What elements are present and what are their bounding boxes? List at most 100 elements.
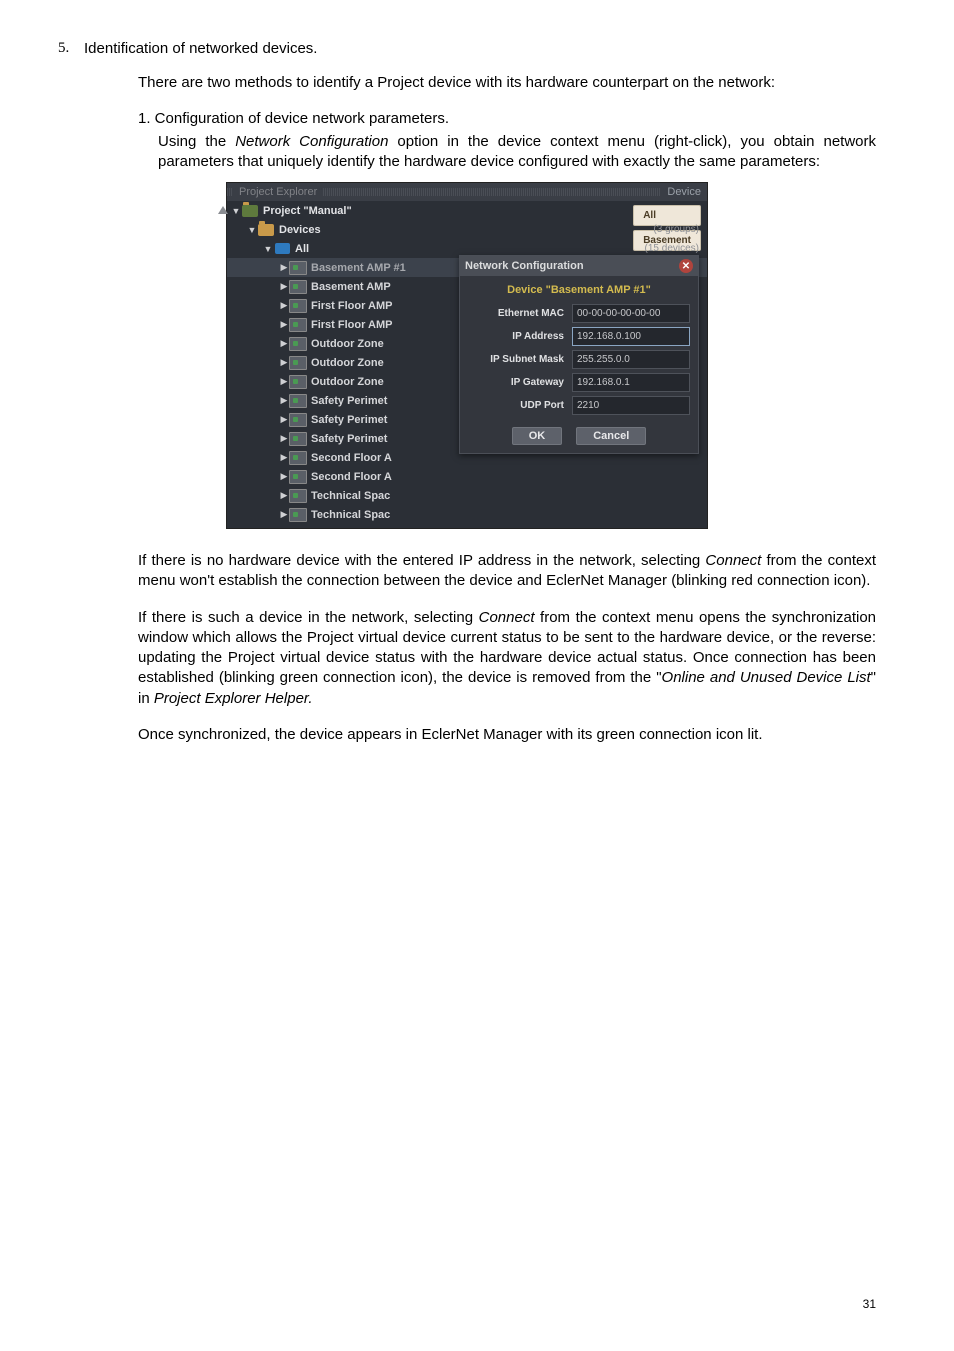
field-label: IP Subnet Mask: [460, 354, 572, 365]
tree-label: Technical Spac: [311, 509, 390, 521]
tree-label: First Floor AMP: [311, 300, 392, 312]
expand-icon[interactable]: [279, 452, 289, 463]
tree-label: Safety Perimet: [311, 395, 387, 407]
screenshot-project-explorer: Project Explorer Device All Basement Pro…: [226, 182, 708, 529]
folder-icon: [241, 204, 259, 218]
paragraph-p3: If there is such a device in the network…: [138, 608, 876, 709]
subfolder-icon: [273, 242, 291, 256]
field-value[interactable]: 192.168.0.100: [572, 327, 690, 346]
italic-text: Online and Unused Device List: [662, 669, 871, 686]
tree-label: Outdoor Zone: [311, 376, 384, 388]
cancel-button[interactable]: Cancel: [576, 427, 646, 445]
field-label: IP Gateway: [460, 377, 572, 388]
dialog-row-gateway: IP Gateway 192.168.0.1: [460, 371, 698, 394]
ok-button[interactable]: OK: [512, 427, 563, 445]
tree-device-row[interactable]: Technical Spac: [227, 486, 707, 505]
tree-node-devices[interactable]: Devices (3 groups): [227, 220, 707, 239]
tree-device-row[interactable]: Second Floor A: [227, 467, 707, 486]
list-item-5: 5. Identification of networked devices.: [58, 40, 876, 57]
device-icon: [289, 261, 307, 275]
list-number: 5.: [58, 40, 84, 57]
tree-info: (15 devices): [645, 243, 707, 254]
device-icon: [289, 375, 307, 389]
field-value[interactable]: 00-00-00-00-00-00: [572, 304, 690, 323]
device-icon: [289, 394, 307, 408]
expand-icon[interactable]: [279, 509, 289, 520]
expand-icon[interactable]: [279, 262, 289, 273]
dialog-buttons: OK Cancel: [460, 417, 698, 453]
field-value[interactable]: 2210: [572, 396, 690, 415]
field-label: UDP Port: [460, 400, 572, 411]
panel-title-left: Project Explorer: [233, 186, 323, 198]
device-icon: [289, 280, 307, 294]
window-topbar: Project Explorer Device: [227, 183, 707, 201]
italic-text: Connect: [705, 552, 761, 569]
expand-icon[interactable]: [279, 319, 289, 330]
field-value[interactable]: 192.168.0.1: [572, 373, 690, 392]
expand-icon[interactable]: [263, 244, 273, 254]
tree-label: Devices: [279, 224, 321, 236]
device-icon: [289, 299, 307, 313]
tree-label: All: [295, 243, 309, 255]
expand-icon[interactable]: [279, 376, 289, 387]
dialog-row-mac: Ethernet MAC 00-00-00-00-00-00: [460, 302, 698, 325]
expand-icon[interactable]: [279, 395, 289, 406]
tree-device-row[interactable]: Technical Spac: [227, 505, 707, 524]
device-icon: [289, 451, 307, 465]
dialog-title-bar: Network Configuration ✕: [460, 256, 698, 276]
field-label: Ethernet MAC: [460, 308, 572, 319]
network-config-dialog: Network Configuration ✕ Device "Basement…: [459, 255, 699, 454]
tree-label: Basement AMP: [311, 281, 391, 293]
text: Using the: [158, 133, 235, 150]
expand-icon[interactable]: [279, 471, 289, 482]
expand-icon[interactable]: [279, 433, 289, 444]
expand-icon[interactable]: [279, 338, 289, 349]
field-value[interactable]: 255.255.0.0: [572, 350, 690, 369]
tree-label: Outdoor Zone: [311, 338, 384, 350]
tree-label: Safety Perimet: [311, 433, 387, 445]
paragraph-p4: Once synchronized, the device appears in…: [138, 725, 876, 745]
expand-icon[interactable]: [231, 206, 241, 216]
tree-label: First Floor AMP: [311, 319, 392, 331]
device-icon: [289, 432, 307, 446]
expand-icon[interactable]: [279, 281, 289, 292]
expand-icon[interactable]: [279, 490, 289, 501]
tree-label: Basement AMP #1: [311, 262, 406, 274]
dialog-row-ip: IP Address 192.168.0.100: [460, 325, 698, 348]
text: If there is no hardware device with the …: [138, 552, 705, 569]
expand-icon[interactable]: [279, 357, 289, 368]
device-icon: [289, 356, 307, 370]
device-icon: [289, 337, 307, 351]
dialog-row-udp: UDP Port 2210: [460, 394, 698, 417]
device-icon: [289, 508, 307, 522]
field-label: IP Address: [460, 331, 572, 342]
tree-label: Project "Manual": [263, 205, 352, 217]
sub-item-1: 1. Configuration of device network param…: [138, 109, 876, 129]
tree-label: Second Floor A: [311, 471, 392, 483]
tree-node-project[interactable]: Project "Manual": [227, 201, 707, 220]
sub-item-1-body: Using the Network Configuration option i…: [158, 132, 876, 173]
device-icon: [289, 470, 307, 484]
page: 5. Identification of networked devices. …: [0, 0, 954, 1351]
tree-label: Outdoor Zone: [311, 357, 384, 369]
page-number: 31: [863, 1297, 876, 1311]
device-icon: [289, 318, 307, 332]
dialog-row-mask: IP Subnet Mask 255.255.0.0: [460, 348, 698, 371]
close-icon[interactable]: ✕: [679, 259, 693, 273]
list-heading: Identification of networked devices.: [84, 40, 317, 57]
device-icon: [289, 489, 307, 503]
panel-title-right: Device: [661, 186, 707, 198]
dialog-subtitle: Device "Basement AMP #1": [460, 276, 698, 302]
expand-icon[interactable]: [247, 225, 257, 235]
expand-icon[interactable]: [279, 414, 289, 425]
tree-info: (3 groups): [653, 224, 707, 235]
folder-icon: [257, 223, 275, 237]
text: If there is such a device in the network…: [138, 609, 479, 626]
paragraph-p2: If there is no hardware device with the …: [138, 551, 876, 592]
tree-label: Safety Perimet: [311, 414, 387, 426]
tree-label: Second Floor A: [311, 452, 392, 464]
dialog-title: Network Configuration: [465, 260, 584, 272]
device-icon: [289, 413, 307, 427]
paragraph-intro: There are two methods to identify a Proj…: [138, 73, 876, 93]
expand-icon[interactable]: [279, 300, 289, 311]
